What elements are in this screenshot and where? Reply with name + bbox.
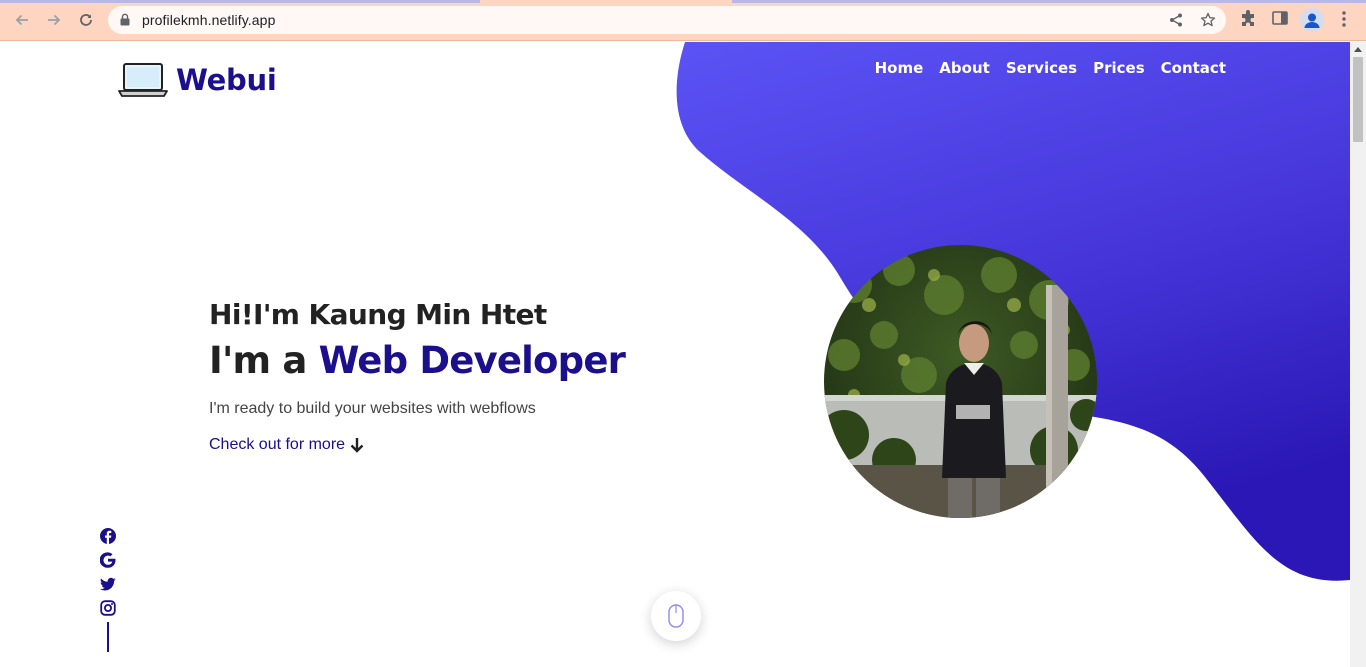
laptop-icon	[118, 63, 168, 97]
nav-prices[interactable]: Prices	[1093, 59, 1145, 77]
url-text: profilekmh.netlify.app	[142, 12, 276, 28]
check-out-text: Check out for more	[209, 436, 346, 453]
logo-text: Webui	[176, 63, 277, 97]
profile-icon	[1304, 13, 1320, 28]
hero-section: Hi!I'm Kaung Min Htet I'm a Web Develope…	[209, 298, 626, 454]
tab-strip-accent	[732, 0, 1366, 3]
hero-background-blob	[676, 42, 1350, 581]
google-icon[interactable]	[100, 552, 116, 568]
check-out-link[interactable]: Check out for more	[209, 436, 625, 454]
hero-role-highlight: Web Developer	[318, 339, 626, 382]
tab-strip-accent	[0, 0, 480, 3]
browser-toolbar: profilekmh.netlify.app	[0, 0, 1366, 41]
forward-button[interactable]	[43, 9, 65, 31]
instagram-icon[interactable]	[100, 600, 116, 616]
arrow-down-icon	[350, 438, 364, 453]
nav-services[interactable]: Services	[1006, 59, 1077, 77]
nav-home[interactable]: Home	[875, 59, 924, 77]
hero-tagline: I'm ready to build your websites with we…	[209, 400, 536, 417]
nav-about[interactable]: About	[939, 59, 990, 77]
nav-contact[interactable]: Contact	[1161, 59, 1226, 77]
scroll-up-arrow-icon[interactable]	[1354, 47, 1362, 52]
main-nav: Home About Services Prices Contact	[859, 59, 1226, 77]
side-panel-icon[interactable]	[1272, 10, 1288, 26]
back-arrow-icon	[15, 14, 28, 26]
social-divider-line	[107, 622, 109, 652]
back-button[interactable]	[11, 9, 33, 31]
web-page: Webui Home About Services Prices Contact…	[0, 42, 1350, 667]
reload-button[interactable]	[75, 9, 97, 31]
facebook-icon[interactable]	[100, 528, 116, 544]
address-bar[interactable]: profilekmh.netlify.app	[108, 6, 1226, 34]
lock-icon	[120, 13, 130, 26]
share-icon[interactable]	[1168, 12, 1184, 28]
hero-greeting: Hi!I'm Kaung Min Htet	[209, 298, 547, 331]
reload-icon	[80, 14, 92, 26]
hero-role: I'm a Web Developer	[209, 339, 626, 382]
forward-arrow-icon	[48, 14, 61, 26]
star-icon[interactable]	[1200, 12, 1216, 28]
profile-photo	[824, 245, 1097, 518]
hero-role-prefix: I'm a	[209, 339, 319, 382]
profile-button[interactable]	[1300, 8, 1324, 32]
menu-dots-icon[interactable]	[1340, 10, 1348, 28]
mouse-icon	[668, 604, 684, 628]
social-links	[100, 528, 116, 652]
scrollbar-thumb[interactable]	[1353, 57, 1363, 142]
scroll-down-button[interactable]	[651, 591, 701, 641]
page-scrollbar[interactable]	[1350, 42, 1366, 667]
site-logo[interactable]: Webui	[118, 62, 277, 98]
twitter-icon[interactable]	[100, 576, 116, 592]
extensions-icon[interactable]	[1240, 10, 1256, 28]
